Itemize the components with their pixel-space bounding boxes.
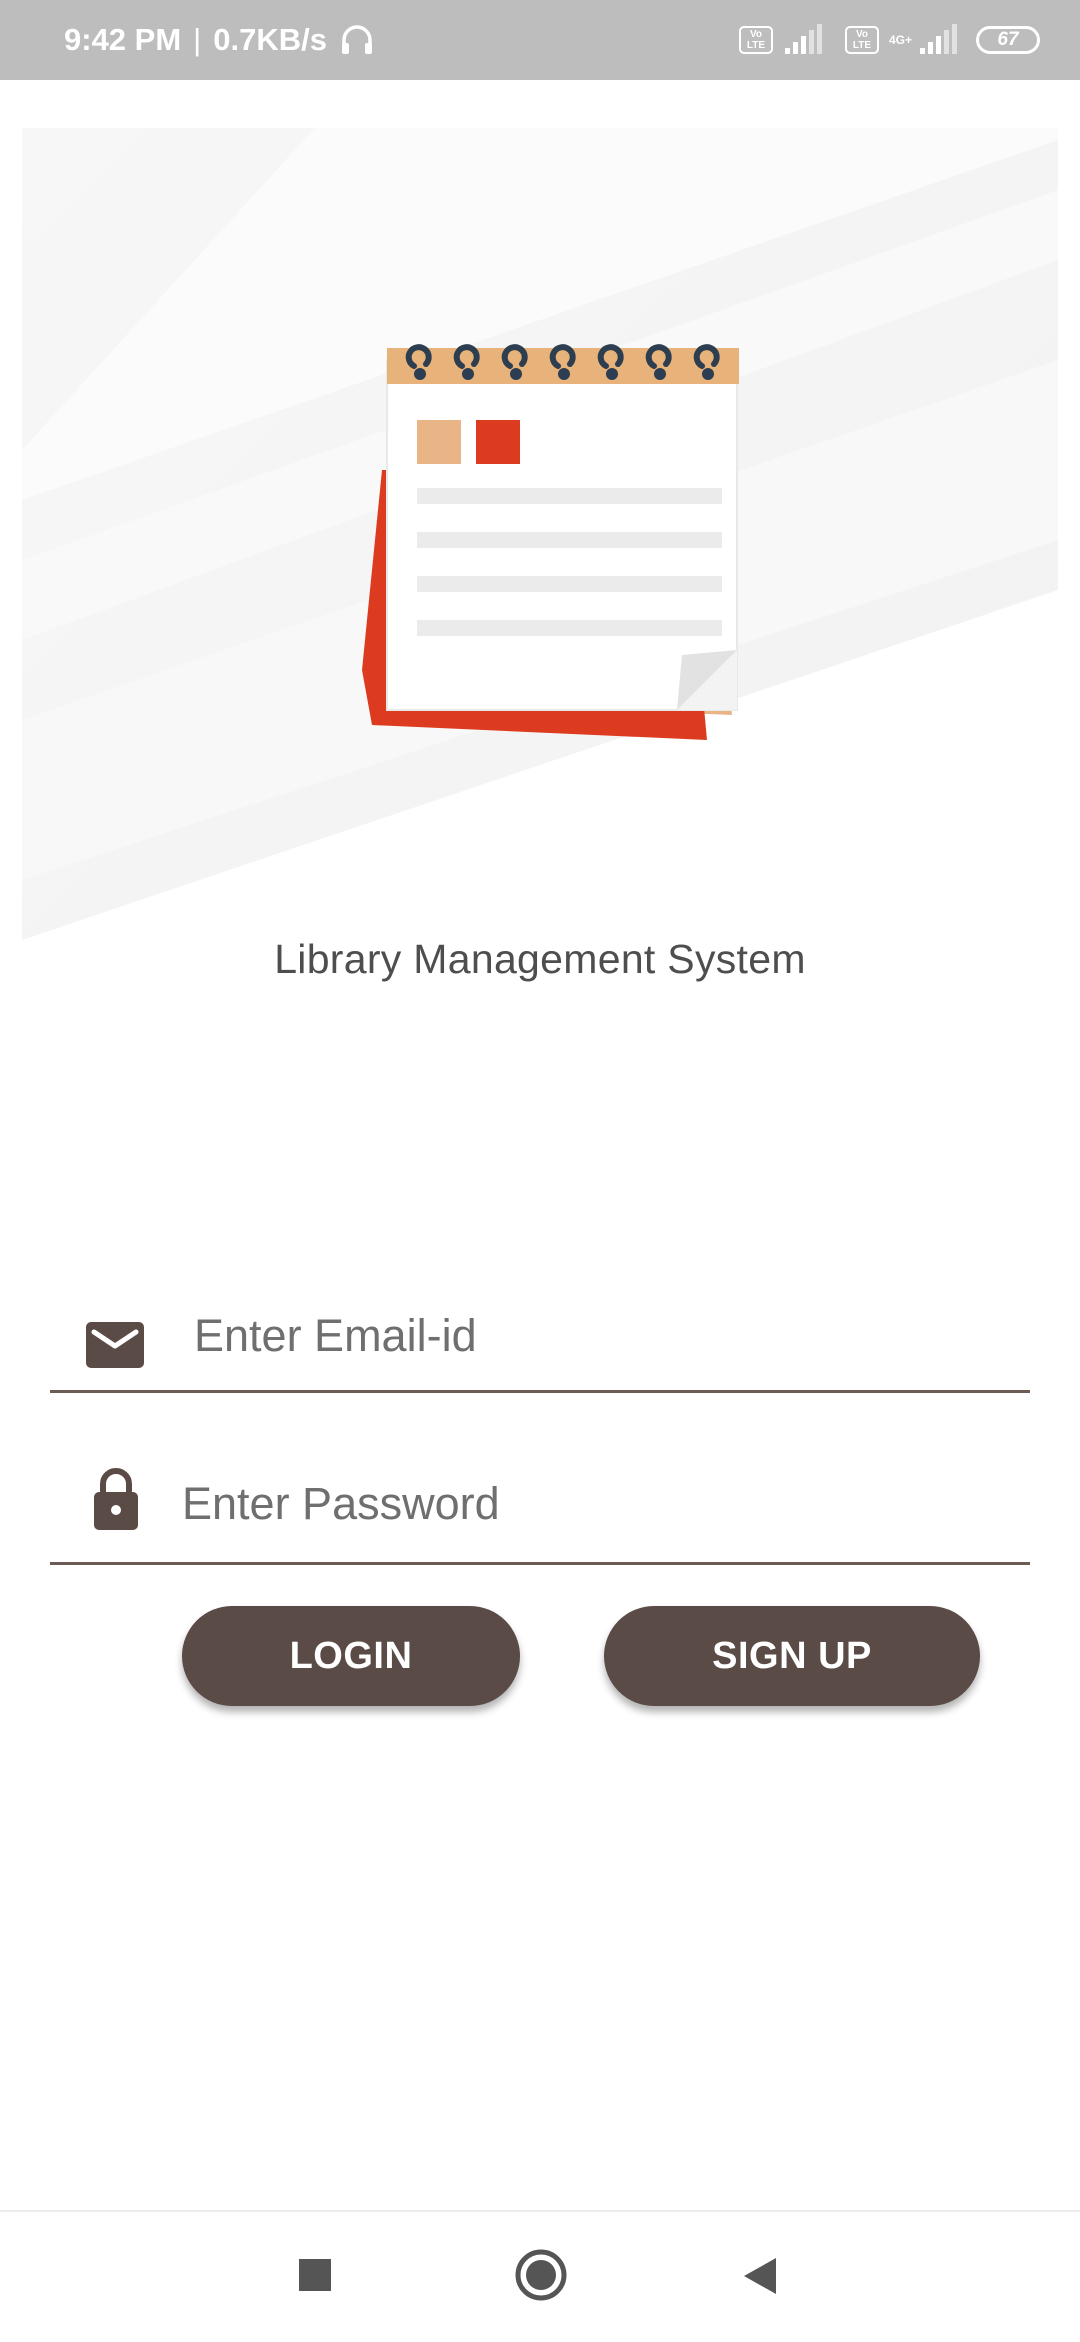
battery-level: 67 <box>997 29 1019 50</box>
recents-icon[interactable] <box>298 2258 332 2297</box>
email-field-container <box>50 1290 1030 1393</box>
signal-icon <box>783 24 823 56</box>
hero-banner: Library Management System <box>22 120 1058 1150</box>
lock-icon <box>92 1466 140 1537</box>
signal-icon <box>918 24 958 56</box>
signup-button[interactable]: SIGN UP <box>604 1606 980 1706</box>
notepad-illustration <box>362 344 739 740</box>
password-input[interactable] <box>182 1464 982 1544</box>
navigation-bar <box>0 2210 1080 2342</box>
home-icon[interactable] <box>514 2248 568 2307</box>
email-input[interactable] <box>194 1296 994 1376</box>
status-time: 9:42 PM <box>64 22 182 57</box>
status-separator: | <box>193 22 202 57</box>
back-icon[interactable] <box>742 2256 778 2301</box>
headset-icon <box>339 22 375 58</box>
status-left: 9:42 PM | 0.7KB/s <box>64 0 375 80</box>
volte-icon: Vo LTE <box>844 26 879 54</box>
status-bar: 9:42 PM | 0.7KB/s Vo LTE Vo LTE 4G+ 67 <box>0 0 1080 80</box>
status-net-speed: 0.7KB/s <box>213 22 327 57</box>
mail-icon <box>86 1322 144 1373</box>
network-type-label: 4G+ <box>888 33 912 47</box>
app-title: Library Management System <box>274 936 806 982</box>
login-button[interactable]: LOGIN <box>182 1606 520 1706</box>
volte-icon: Vo LTE <box>738 26 773 54</box>
password-field-container <box>50 1462 1030 1565</box>
battery-icon: 67 <box>976 26 1040 54</box>
status-right: Vo LTE Vo LTE 4G+ 67 <box>738 0 1040 80</box>
